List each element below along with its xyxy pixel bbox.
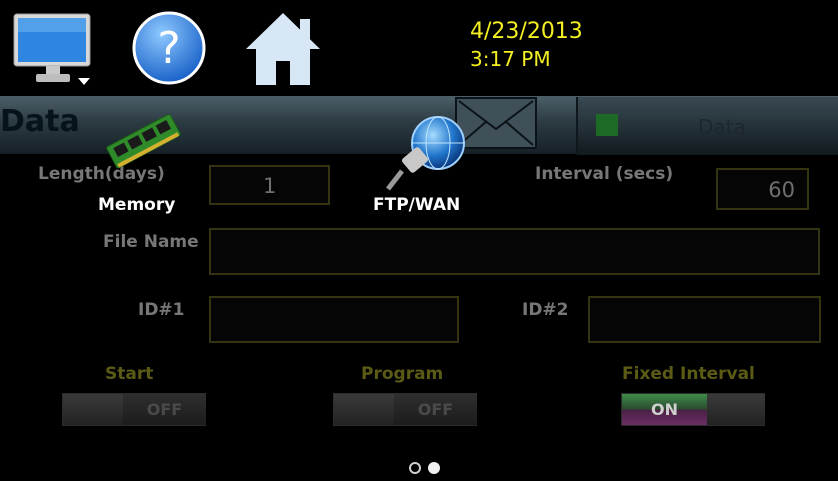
fixed-interval-label: Fixed Interval bbox=[622, 364, 755, 384]
ftp-wan-label: FTP/WAN bbox=[373, 195, 461, 215]
memory-label: Memory bbox=[98, 195, 176, 215]
data-tab-label: Data bbox=[698, 115, 746, 139]
file-name-field[interactable] bbox=[209, 228, 820, 275]
interval-label: Interval (secs) bbox=[535, 164, 674, 184]
start-toggle-state: OFF bbox=[123, 394, 206, 425]
length-field[interactable]: 1 bbox=[209, 165, 330, 205]
file-name-label: File Name bbox=[103, 232, 199, 252]
interval-field[interactable]: 60 bbox=[716, 168, 809, 210]
program-label: Program bbox=[361, 364, 444, 384]
fixed-interval-toggle[interactable]: ON bbox=[621, 393, 765, 426]
svg-text:?: ? bbox=[157, 23, 180, 74]
program-toggle-state: OFF bbox=[394, 394, 477, 425]
date-display: 4/23/2013 bbox=[470, 19, 583, 44]
length-value: 1 bbox=[263, 174, 277, 198]
id2-label: ID#2 bbox=[522, 300, 569, 320]
page-dot-1[interactable] bbox=[409, 462, 421, 474]
ftp-wan-icon[interactable] bbox=[382, 113, 468, 193]
id2-field[interactable] bbox=[588, 296, 821, 343]
fixed-interval-state: ON bbox=[622, 394, 707, 425]
id1-label: ID#1 bbox=[138, 300, 185, 320]
start-toggle[interactable]: OFF bbox=[62, 393, 206, 426]
id1-field[interactable] bbox=[209, 296, 459, 343]
program-toggle-left bbox=[334, 394, 394, 425]
monitor-icon[interactable] bbox=[12, 12, 94, 88]
home-icon[interactable] bbox=[244, 11, 322, 87]
top-bar bbox=[0, 0, 838, 96]
interval-value: 60 bbox=[768, 178, 795, 202]
page-title: Data bbox=[0, 104, 80, 139]
help-icon[interactable]: ? bbox=[131, 10, 207, 86]
memory-icon[interactable] bbox=[100, 113, 188, 169]
program-toggle[interactable]: OFF bbox=[333, 393, 477, 426]
time-display: 3:17 PM bbox=[470, 47, 551, 71]
fixed-interval-toggle-right bbox=[707, 394, 765, 425]
start-label: Start bbox=[105, 364, 154, 384]
status-led bbox=[596, 114, 618, 136]
start-toggle-left bbox=[63, 394, 123, 425]
data-tab[interactable]: Data bbox=[576, 97, 838, 155]
page-dot-2[interactable] bbox=[428, 462, 440, 474]
